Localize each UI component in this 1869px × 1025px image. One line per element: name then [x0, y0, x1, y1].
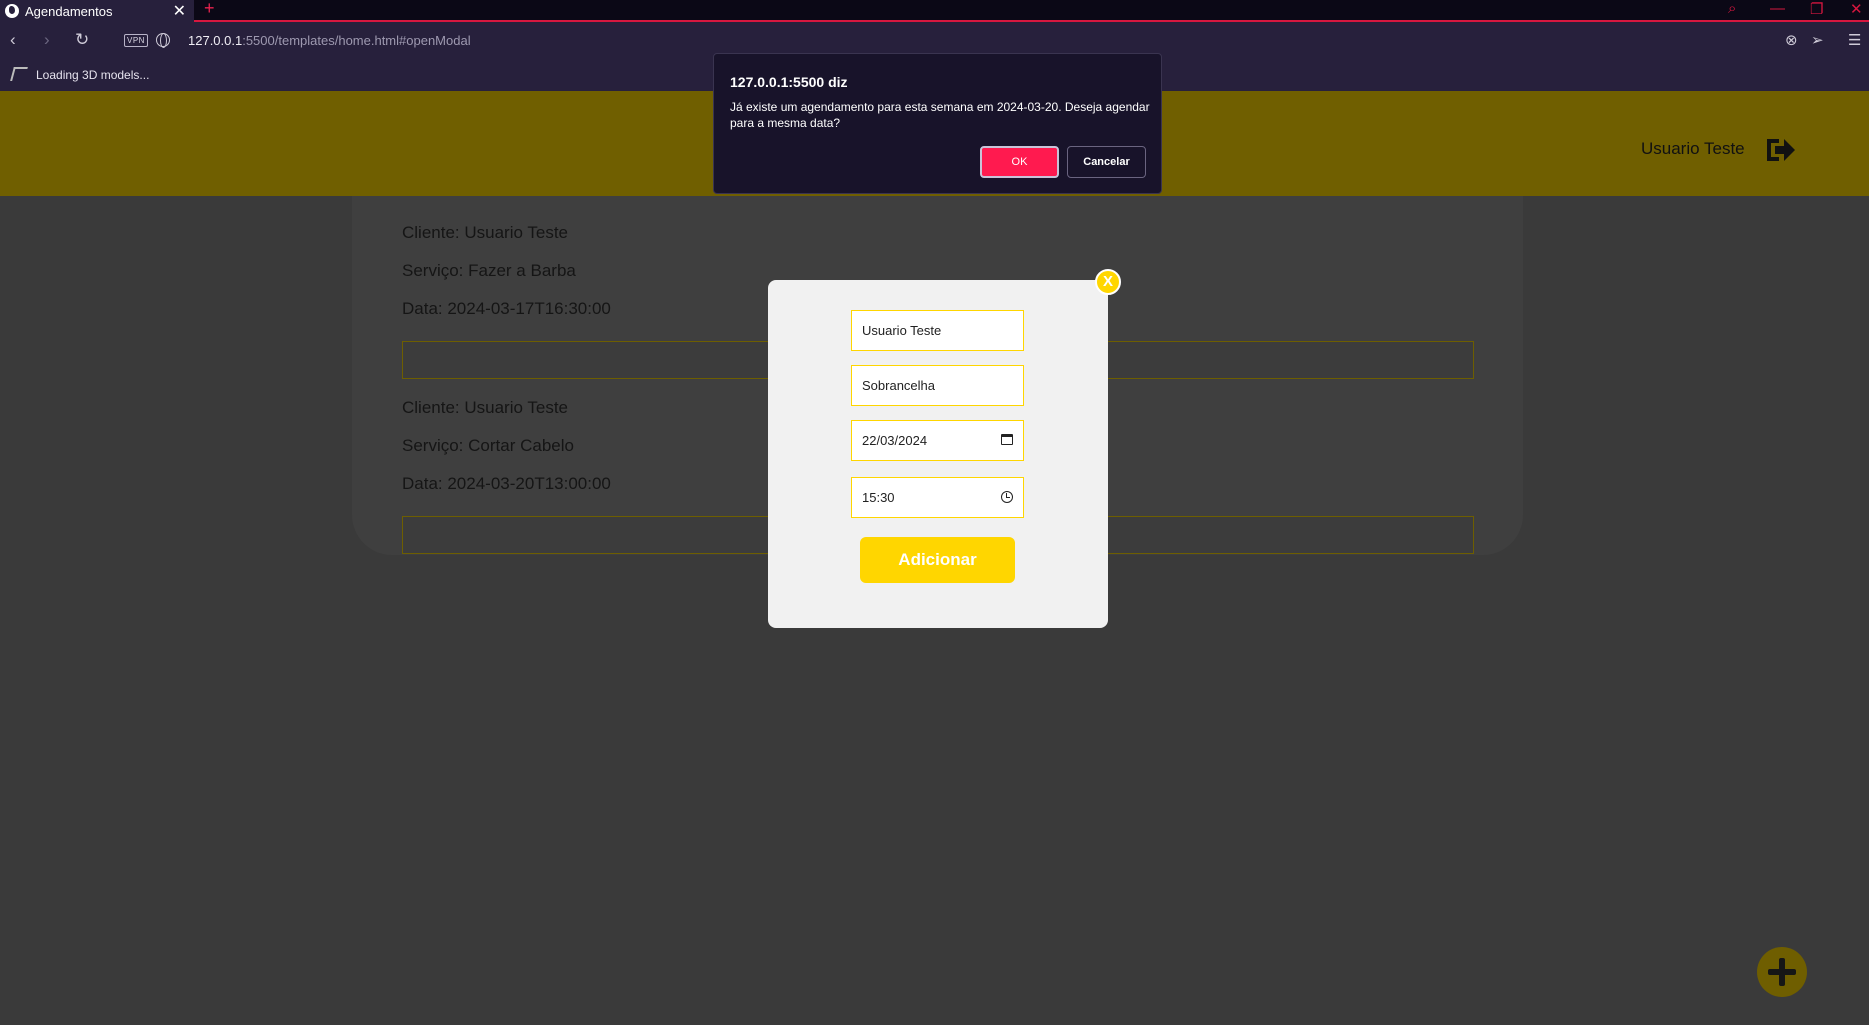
globe-icon	[5, 4, 19, 18]
add-appointment-button[interactable]	[1757, 947, 1807, 997]
back-icon[interactable]: ‹	[10, 30, 16, 50]
browser-tab[interactable]: Agendamentos ✕	[0, 0, 194, 22]
service-input[interactable]: Sobrancelha	[851, 365, 1024, 406]
appointment-client: Cliente: Usuario Teste	[402, 223, 568, 242]
header-user-name: Usuario Teste	[1641, 139, 1745, 158]
bookmark-item[interactable]: Loading 3D models...	[36, 68, 149, 82]
site-info-icon[interactable]	[156, 33, 170, 48]
url-path: :5500/templates/home.html#openModal	[242, 33, 471, 48]
name-input-value: Usuario Teste	[862, 323, 942, 338]
bookmark-icon	[10, 67, 28, 81]
tab-close-icon[interactable]: ✕	[173, 1, 186, 21]
url-host: 127.0.0.1	[188, 33, 243, 48]
window-close-icon[interactable]: ✕	[1850, 0, 1863, 18]
date-input-value: 22/03/2024	[862, 433, 928, 448]
appointment-date: Data: 2024-03-20T13:00:00	[402, 474, 611, 493]
date-input[interactable]: 22/03/2024	[851, 420, 1024, 461]
appointment-service: Serviço: Fazer a Barba	[402, 261, 576, 280]
restore-icon[interactable]: ❐	[1810, 0, 1823, 18]
new-tab-button[interactable]: +	[204, 0, 215, 19]
add-button[interactable]: Adicionar	[860, 537, 1015, 583]
appointment-client: Cliente: Usuario Teste	[402, 398, 568, 417]
browser-tab-bar: Agendamentos ✕ + ⌕ — ❐ ✕	[0, 0, 1869, 22]
minimize-icon[interactable]: —	[1770, 0, 1785, 17]
clock-icon[interactable]	[1001, 491, 1013, 503]
vpn-badge[interactable]: VPN	[124, 34, 148, 47]
tab-title: Agendamentos	[25, 3, 113, 19]
dialog-title: 127.0.0.1:5500 diz	[730, 74, 848, 90]
reload-icon[interactable]: ↻	[75, 30, 89, 50]
logout-icon[interactable]	[1764, 136, 1796, 164]
search-icon[interactable]: ⌕	[1728, 0, 1736, 17]
confirm-dialog: 127.0.0.1:5500 diz Já existe um agendame…	[713, 53, 1162, 194]
calendar-icon[interactable]	[1001, 434, 1013, 445]
name-input[interactable]: Usuario Teste	[851, 310, 1024, 351]
time-input[interactable]: 15:30	[851, 477, 1024, 518]
modal-close-button[interactable]: X	[1095, 269, 1121, 295]
url-field[interactable]: 127.0.0.1:5500/templates/home.html#openM…	[188, 33, 471, 48]
send-icon[interactable]: ➢	[1811, 31, 1824, 49]
appointment-service: Serviço: Cortar Cabelo	[402, 436, 574, 455]
forward-icon[interactable]: ›	[44, 30, 50, 50]
settings-icon[interactable]: ☰	[1848, 31, 1861, 49]
adblock-icon[interactable]: ⊗	[1785, 31, 1798, 49]
time-input-value: 15:30	[862, 490, 895, 505]
dialog-message: Já existe um agendamento para esta seman…	[730, 100, 1150, 130]
cancel-button[interactable]: Cancelar	[1067, 146, 1146, 178]
service-input-value: Sobrancelha	[862, 378, 935, 393]
ok-button[interactable]: OK	[980, 146, 1059, 178]
appointment-date: Data: 2024-03-17T16:30:00	[402, 299, 611, 318]
